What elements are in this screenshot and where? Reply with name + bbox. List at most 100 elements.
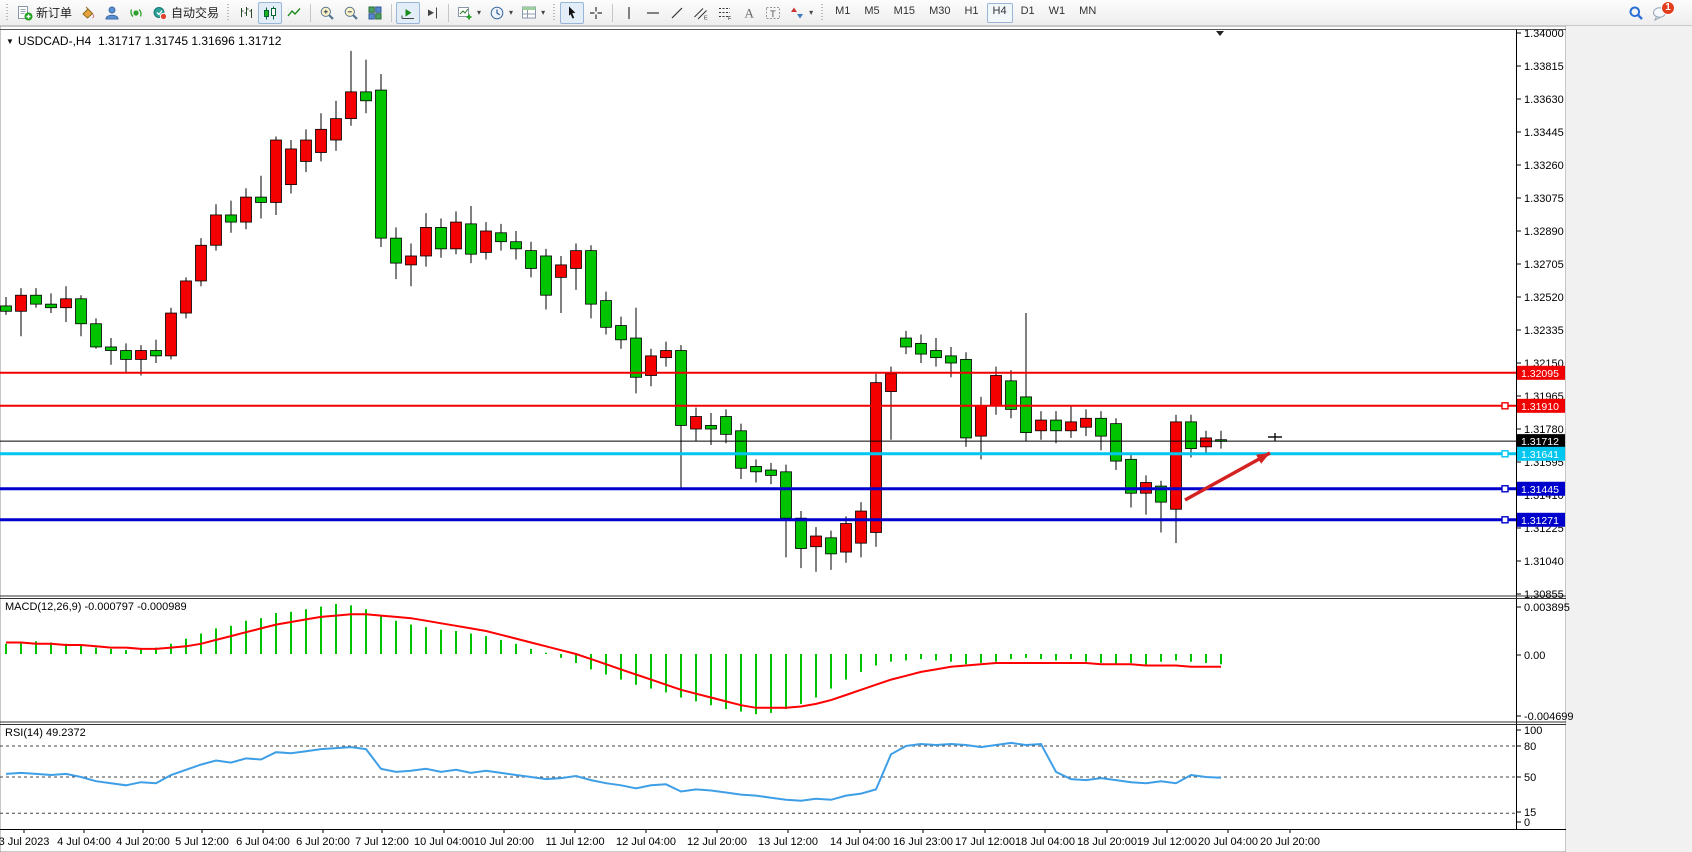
toolbar-notifications-button[interactable]: 1 [1648, 2, 1690, 24]
toolbar-draw-fibonacci-button[interactable]: F [713, 2, 737, 24]
cursor-icon [564, 5, 580, 21]
toolbar-chart-shift-button[interactable] [420, 2, 444, 24]
timeframe-h4-button[interactable]: H4 [987, 3, 1013, 23]
toolbar-draw-hline-button[interactable] [641, 2, 665, 24]
timeframe-m1-button[interactable]: M1 [829, 3, 856, 23]
candle-body [961, 359, 972, 437]
toolbar-zoom-out-button[interactable] [339, 2, 363, 24]
candle-body [586, 251, 597, 305]
symbol-dropdown-icon[interactable]: ▼ [6, 37, 14, 46]
time-tick-label: 20 Jul 04:00 [1198, 836, 1258, 848]
toolbar-period-clock-button[interactable]: ▾ [485, 2, 517, 24]
draw-label-icon: T [765, 5, 781, 21]
price-tick-label: 1.32520 [1524, 292, 1564, 304]
candle-body [196, 245, 207, 281]
add-indicator-icon [457, 5, 473, 21]
toolbar-draw-channel-button[interactable]: E [689, 2, 713, 24]
toolbar-signal-button[interactable] [124, 2, 148, 24]
auto-trading-icon [152, 5, 168, 21]
candle-body [751, 466, 762, 471]
toolbar-new-order-button[interactable]: 新订单 [13, 2, 76, 24]
candle-body [91, 324, 102, 347]
price-badge-label: 1.31271 [1521, 515, 1559, 527]
toolbar-draw-vline-button[interactable] [617, 2, 641, 24]
timeframe-m5-button[interactable]: M5 [858, 3, 885, 23]
rsi-tick-label: 50 [1524, 772, 1536, 784]
chart-candles-icon [262, 5, 278, 21]
candle-body [31, 295, 42, 304]
timeframe-h1-button[interactable]: H1 [958, 3, 984, 23]
candle-body [106, 347, 117, 351]
toolbar-chart-line-button[interactable] [282, 2, 306, 24]
candle-body [766, 470, 777, 475]
toolbar-grip [226, 4, 231, 22]
tile-windows-icon [367, 5, 383, 21]
timeframe-d1-button[interactable]: D1 [1015, 3, 1041, 23]
candle-body [1036, 420, 1047, 431]
toolbar-draw-text-button[interactable]: A [737, 2, 761, 24]
candle-body [931, 351, 942, 358]
time-tick-label: 3 Jul 2023 [0, 836, 49, 848]
toolbar-draw-label-button[interactable]: T [761, 2, 785, 24]
toolbar-paint-bucket-button[interactable] [76, 2, 100, 24]
candle-body [946, 356, 957, 363]
macd-tick-label: 0.00 [1524, 650, 1545, 662]
candle-body [391, 238, 402, 263]
candle-body [826, 538, 837, 554]
rsi-indicator-label: RSI(14) 49.2372 [5, 727, 86, 739]
toolbar-auto-trading-button[interactable]: 自动交易 [148, 2, 223, 24]
price-badge-label: 1.32095 [1521, 368, 1559, 380]
time-tick-label: 20 Jul 20:00 [1260, 836, 1320, 848]
timeframe-w1-button[interactable]: W1 [1043, 3, 1072, 23]
toolbar-search-button[interactable] [1624, 2, 1648, 24]
toolbar-tile-windows-button[interactable] [363, 2, 387, 24]
toolbar-chart-template-button[interactable]: ▾ [517, 2, 549, 24]
candle-body [316, 129, 327, 152]
time-tick-label: 11 Jul 12:00 [545, 836, 604, 848]
candle-body [256, 197, 267, 202]
candle-body [1096, 418, 1107, 436]
time-tick-label: 7 Jul 12:00 [355, 836, 409, 848]
candle-body [121, 351, 132, 360]
time-tick-label: 13 Jul 12:00 [758, 836, 818, 848]
candle-body [331, 119, 342, 140]
price-tick-label: 1.32335 [1524, 325, 1564, 337]
candle-body [211, 215, 222, 245]
toolbar-grip [5, 4, 10, 22]
timeframe-mn-button[interactable]: MN [1073, 3, 1102, 23]
candle-body [721, 417, 732, 435]
toolbar-draw-arrows-button[interactable]: ▾ [785, 2, 817, 24]
price-chart[interactable]: 1.340001.338151.336301.334451.332601.330… [0, 0, 1692, 852]
toolbar-chart-bars-button[interactable] [234, 2, 258, 24]
hline-handle[interactable] [1502, 486, 1508, 492]
chart-bars-icon [238, 5, 254, 21]
toolbar-chart-candles-button[interactable] [258, 2, 282, 24]
time-tick-label: 10 Jul 20:00 [474, 836, 534, 848]
dropdown-caret-icon: ▾ [509, 8, 513, 17]
toolbar-crosshair-button[interactable] [584, 2, 608, 24]
candle-body [706, 425, 717, 429]
price-tick-label: 1.30855 [1524, 589, 1564, 601]
draw-trendline-icon [669, 5, 685, 21]
candle-body [1111, 424, 1122, 461]
chart-ohlc-values: 1.31717 1.31745 1.31696 1.31712 [98, 34, 282, 48]
timeframe-m15-button[interactable]: M15 [888, 3, 921, 23]
time-tick-label: 6 Jul 20:00 [296, 836, 350, 848]
timeframe-m30-button[interactable]: M30 [923, 3, 956, 23]
candle-body [271, 140, 282, 202]
hline-handle[interactable] [1502, 403, 1508, 409]
toolbar-cursor-button[interactable] [560, 2, 584, 24]
candle-body [16, 295, 27, 311]
toolbar-zoom-in-button[interactable] [315, 2, 339, 24]
candle-body [991, 375, 1002, 405]
time-tick-label: 18 Jul 04:00 [1015, 836, 1075, 848]
hline-handle[interactable] [1502, 517, 1508, 523]
time-tick-label: 18 Jul 20:00 [1077, 836, 1137, 848]
macd-indicator-label: MACD(12,26,9) -0.000797 -0.000989 [5, 601, 187, 613]
candle-body [841, 524, 852, 553]
toolbar-profile-button[interactable] [100, 2, 124, 24]
toolbar-auto-scroll-button[interactable] [396, 2, 420, 24]
toolbar-draw-trendline-button[interactable] [665, 2, 689, 24]
hline-handle[interactable] [1502, 451, 1508, 457]
toolbar-add-indicator-button[interactable]: ▾ [453, 2, 485, 24]
